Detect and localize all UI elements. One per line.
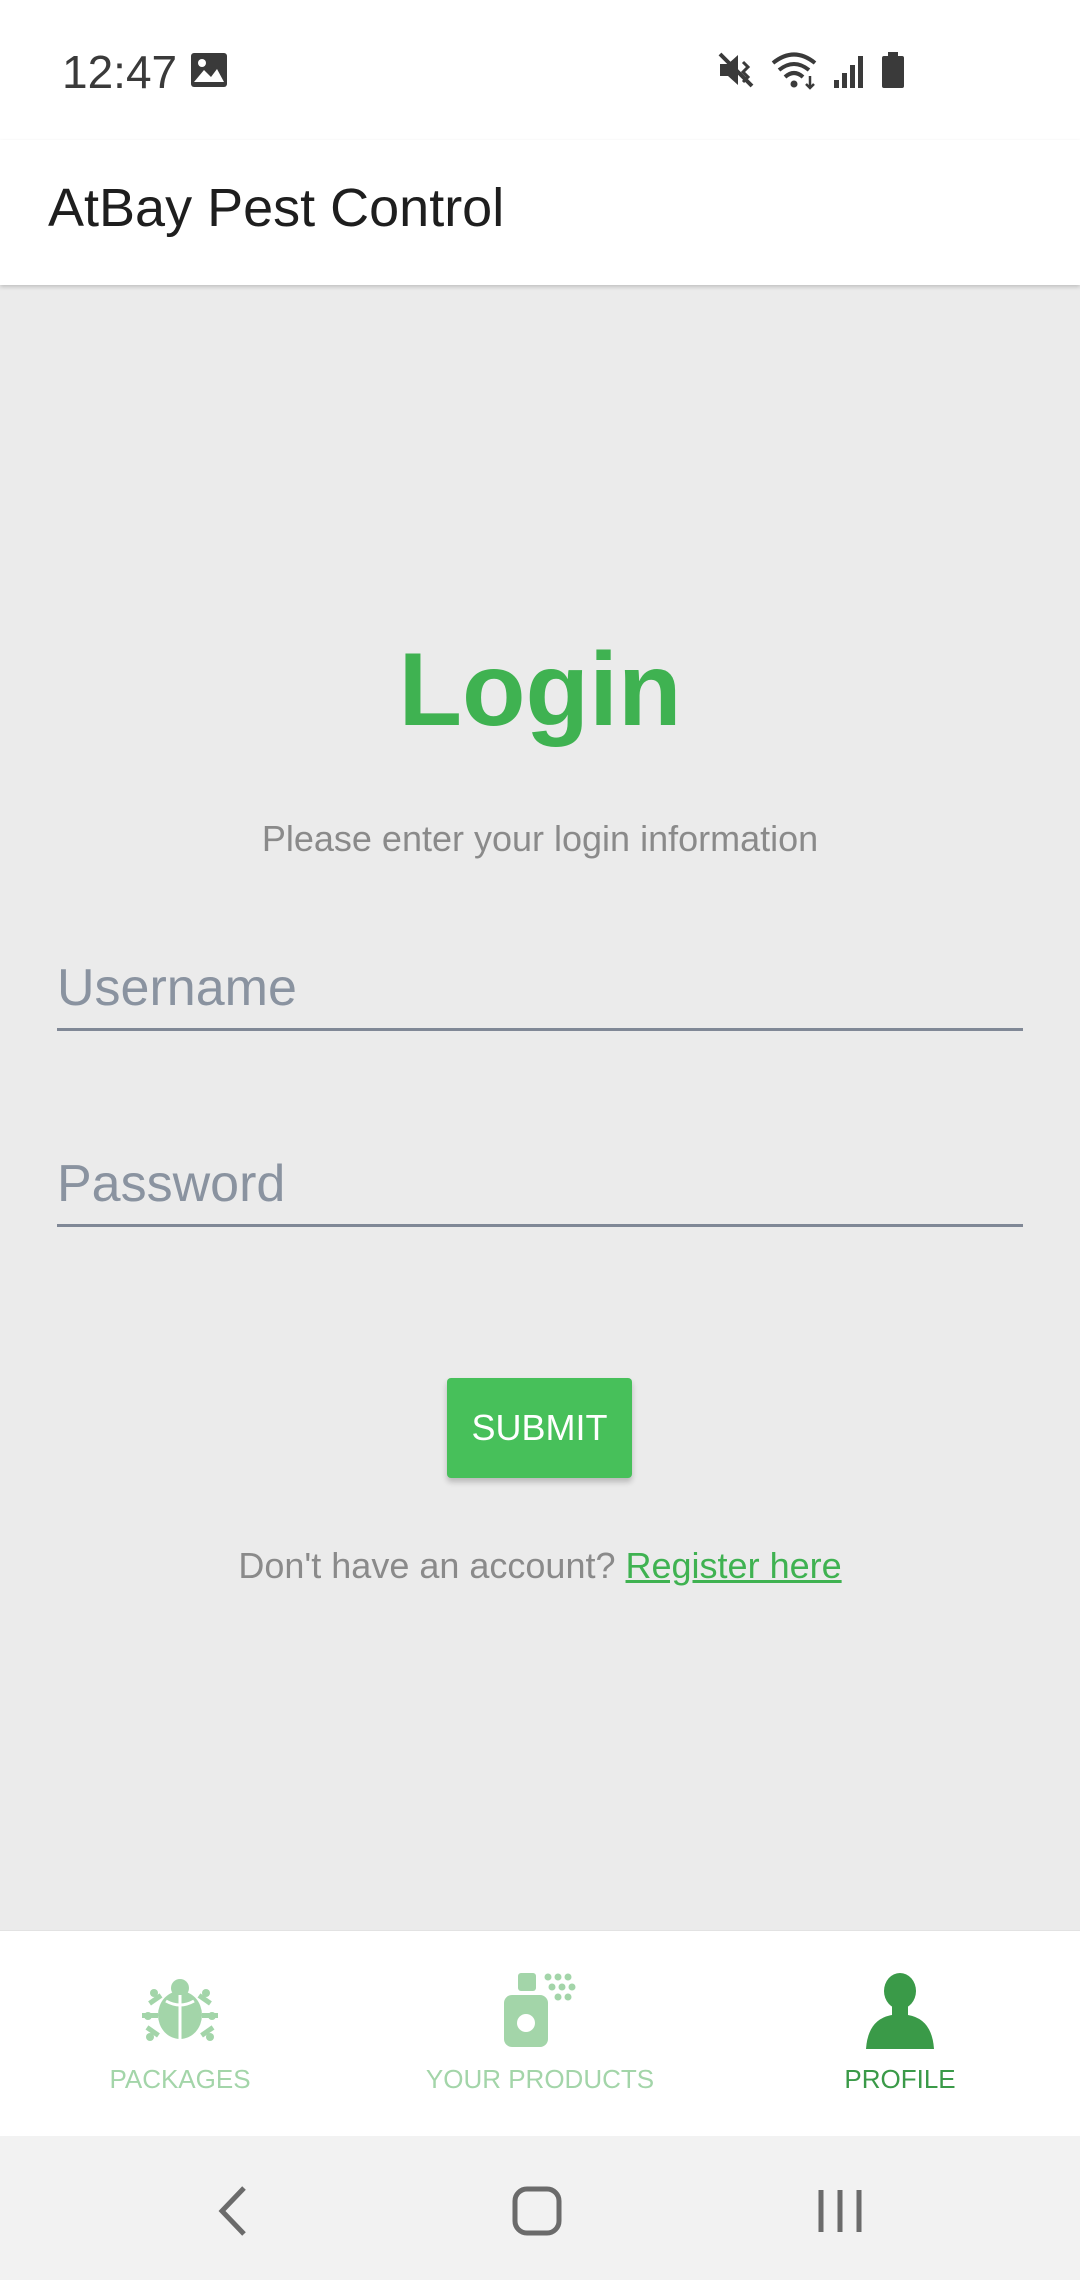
username-input[interactable] [57,948,1023,1031]
spray-icon [504,1973,576,2047]
person-icon [866,1973,934,2049]
nav-item-your-products[interactable]: YOUR PRODUCTS [360,1931,720,2137]
nav-label-your-products: YOUR PRODUCTS [425,2064,655,2094]
bug-icon [142,1979,218,2041]
register-link[interactable]: Register here [626,1545,842,1586]
status-icons [716,48,906,92]
nav-item-packages[interactable]: PACKAGES [0,1931,360,2137]
status-time: 12:47 [62,46,178,98]
login-title: Login [398,632,682,748]
register-line: Don't have an account? Register here [0,1542,1080,1590]
back-icon[interactable] [200,2176,270,2246]
gallery-icon [191,53,227,87]
bottom-nav: PACKAGES YOUR PRODUCTS PROFILE [0,1930,1080,2137]
submit-button[interactable]: SUBMIT [447,1378,632,1478]
nav-label-packages: PACKAGES [109,2064,251,2094]
password-input[interactable] [57,1144,1023,1227]
nav-item-profile[interactable]: PROFILE [720,1931,1080,2137]
app-bar: AtBay Pest Control [0,140,1080,285]
register-prompt: Don't have an account? [238,1545,616,1586]
nav-label-profile: PROFILE [844,2064,956,2094]
app-title: AtBay Pest Control [48,178,505,238]
mute-icon [718,52,754,88]
wifi-icon [771,52,817,90]
recents-icon[interactable] [805,2176,875,2246]
battery-icon [882,52,904,88]
status-bar: 12:47 [0,0,1080,140]
home-icon[interactable] [502,2176,572,2246]
system-nav-bar [0,2136,1080,2280]
login-subtitle: Please enter your login information [261,818,819,859]
signal-icon [834,56,863,88]
